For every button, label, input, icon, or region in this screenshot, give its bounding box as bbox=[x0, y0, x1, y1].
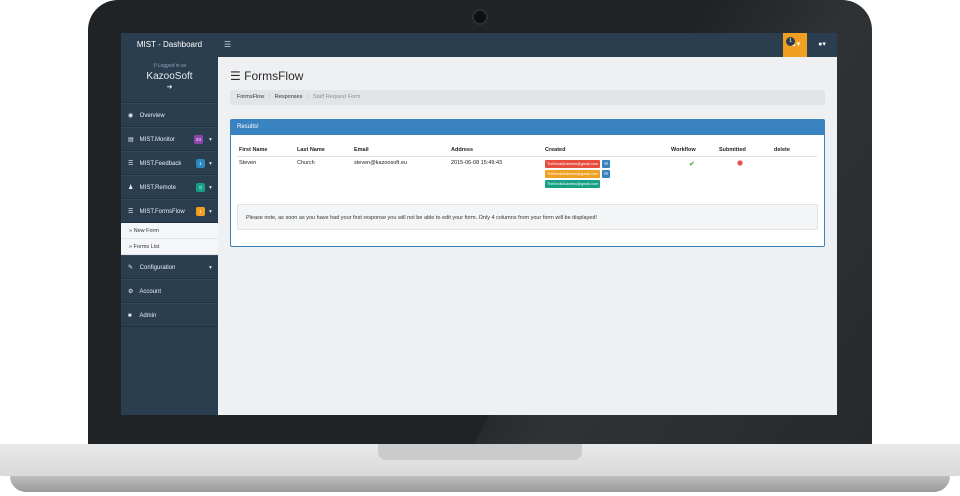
list-icon: ☰ bbox=[128, 161, 134, 167]
check-icon: ✔ bbox=[689, 160, 695, 168]
sidebar-item-formsflow[interactable]: ☰ MIST.FormsFlow 1 ▼ bbox=[121, 199, 218, 223]
list-icon: ☰ bbox=[230, 69, 241, 83]
breadcrumb-current: Staff Request Form bbox=[312, 94, 361, 100]
gear-icon: ⚙ bbox=[128, 289, 134, 295]
profile-name: KazooSoft bbox=[146, 71, 193, 82]
sidebar-item-overview[interactable]: ◉ Overview bbox=[121, 103, 218, 127]
bars-icon[interactable]: ☰ bbox=[224, 33, 231, 57]
cell-submitted bbox=[717, 156, 772, 193]
sidebar-item-monitor[interactable]: ▤ MIST.Monitor 24 ▼ bbox=[121, 127, 218, 151]
chevron-down-icon: ▼ bbox=[208, 209, 213, 215]
cell-first-name: Steven bbox=[239, 159, 257, 166]
formsflow-count-badge: 1 bbox=[196, 207, 205, 216]
breadcrumb-separator: / bbox=[306, 94, 309, 100]
results-table: First Name Last Name Email Address Creat… bbox=[237, 144, 817, 193]
column-header[interactable]: Created bbox=[543, 144, 669, 157]
feedback-count-badge: 1 bbox=[196, 159, 205, 168]
email-tag[interactable]: TheEmailAddress@gmail.com bbox=[545, 159, 601, 168]
cell-address: 2015-06-08 15:49:43 bbox=[451, 159, 503, 166]
notifications-button[interactable]: 1 ▲▾ bbox=[783, 33, 807, 57]
info-note: Please note, as soon as you have had you… bbox=[237, 204, 818, 230]
status-dot-icon bbox=[737, 159, 743, 166]
cell-email: steven@kazoosoft.eu bbox=[354, 159, 407, 166]
cell-workflow: ✔ bbox=[669, 156, 717, 193]
monitor-count-badge: 24 bbox=[194, 135, 203, 144]
dashboard-icon: ◉ bbox=[128, 113, 134, 119]
column-header[interactable]: First Name bbox=[237, 144, 295, 157]
user-menu-button[interactable]: ●▾ bbox=[811, 33, 833, 57]
page-title: ☰ FormsFlow bbox=[230, 69, 304, 83]
top-navbar: MIST - Dashboard ☰ 1 ▲▾ ●▾ bbox=[121, 33, 837, 57]
results-panel: Results! First Name Last Name Email Addr… bbox=[230, 119, 825, 247]
column-header[interactable]: Last Name bbox=[295, 144, 352, 157]
lock-icon: ■ bbox=[128, 313, 132, 319]
brand-title[interactable]: MIST - Dashboard bbox=[121, 33, 218, 57]
search-icon: ⚲ bbox=[152, 63, 157, 69]
cell-delete[interactable] bbox=[772, 156, 817, 193]
chart-icon: ▤ bbox=[128, 137, 134, 143]
notification-count-badge: 1 bbox=[786, 37, 795, 46]
laptop-base-bottom bbox=[10, 476, 950, 492]
main-content: ☰ FormsFlow FormsFlow / Responses / Staf… bbox=[218, 57, 837, 415]
chevron-down-icon: ▼ bbox=[208, 185, 213, 191]
laptop-mockup: MIST - Dashboard ☰ 1 ▲▾ ●▾ ⚲ Logged in a… bbox=[0, 0, 960, 496]
chevron-right-icon: » bbox=[129, 228, 133, 234]
cell-last-name: Church bbox=[297, 159, 315, 166]
chevron-down-icon: ▼ bbox=[208, 161, 213, 167]
remote-count-badge: 0 bbox=[196, 183, 205, 192]
email-tag[interactable]: TheEmailAddress@gmail.com bbox=[545, 179, 601, 188]
cell-created: TheEmailAddress@gmail.com ✉ TheEmailAddre… bbox=[543, 156, 669, 193]
column-header[interactable]: Address bbox=[449, 144, 543, 157]
email-tag[interactable]: TheEmailAddress@gmail.com bbox=[545, 169, 601, 178]
sidebar-item-new-form[interactable]: » New Form bbox=[121, 223, 218, 239]
breadcrumb-responses[interactable]: Responses bbox=[275, 94, 303, 100]
user-icon: ●▾ bbox=[818, 41, 826, 48]
list-icon: ☰ bbox=[128, 209, 134, 215]
created-tag-row: TheEmailAddress@gmail.com ✉ bbox=[545, 169, 667, 179]
table-row[interactable]: Steven Church steven@kazoosoft.eu 2015-0… bbox=[237, 156, 817, 193]
sidebar-item-admin[interactable]: ■ Admin bbox=[121, 303, 218, 327]
sidebar: ⚲ Logged in as KazooSoft ➜ ◉ Overview ▤ … bbox=[121, 57, 218, 415]
formsflow-submenu: » New Form » Forms List bbox=[121, 223, 218, 255]
camera-icon bbox=[472, 9, 488, 25]
created-tag-row: TheEmailAddress@gmail.com ✉ bbox=[545, 159, 667, 169]
logout-icon[interactable]: ➜ bbox=[121, 83, 218, 91]
column-header[interactable]: Email bbox=[352, 144, 449, 157]
breadcrumb-formsflow[interactable]: FormsFlow bbox=[237, 94, 264, 100]
table-header-row: First Name Last Name Email Address Creat… bbox=[237, 144, 817, 157]
sidebar-item-configuration[interactable]: ✎ Configuration ▼ bbox=[121, 255, 218, 279]
chevron-right-icon: » bbox=[129, 244, 133, 250]
results-panel-title: Results! bbox=[231, 120, 824, 135]
sidebar-item-account[interactable]: ⚙ Account bbox=[121, 279, 218, 303]
app-screen: MIST - Dashboard ☰ 1 ▲▾ ●▾ ⚲ Logged in a… bbox=[121, 33, 837, 415]
column-header[interactable]: delete bbox=[772, 144, 817, 157]
column-header[interactable]: Submitted bbox=[717, 144, 772, 157]
users-icon: ♟ bbox=[128, 185, 134, 191]
breadcrumb-separator: / bbox=[268, 94, 271, 100]
chevron-down-icon: ▼ bbox=[208, 265, 213, 271]
sidebar-item-forms-list[interactable]: » Forms List bbox=[121, 239, 218, 255]
logged-in-label: ⚲ Logged in as bbox=[152, 63, 187, 69]
profile-block: ⚲ Logged in as KazooSoft ➜ bbox=[121, 57, 218, 103]
column-header[interactable]: Workflow bbox=[669, 144, 717, 157]
sidebar-item-feedback[interactable]: ☰ MIST.Feedback 1 ▼ bbox=[121, 151, 218, 175]
chevron-down-icon: ▼ bbox=[208, 137, 213, 143]
breadcrumb: FormsFlow / Responses / Staff Request Fo… bbox=[230, 90, 825, 105]
edit-icon: ✎ bbox=[128, 265, 134, 271]
envelope-icon[interactable]: ✉ bbox=[602, 169, 611, 178]
created-tag-row: TheEmailAddress@gmail.com bbox=[545, 179, 667, 189]
laptop-notch bbox=[378, 444, 582, 460]
envelope-icon[interactable]: ✉ bbox=[602, 159, 611, 168]
sidebar-item-remote[interactable]: ♟ MIST.Remote 0 ▼ bbox=[121, 175, 218, 199]
